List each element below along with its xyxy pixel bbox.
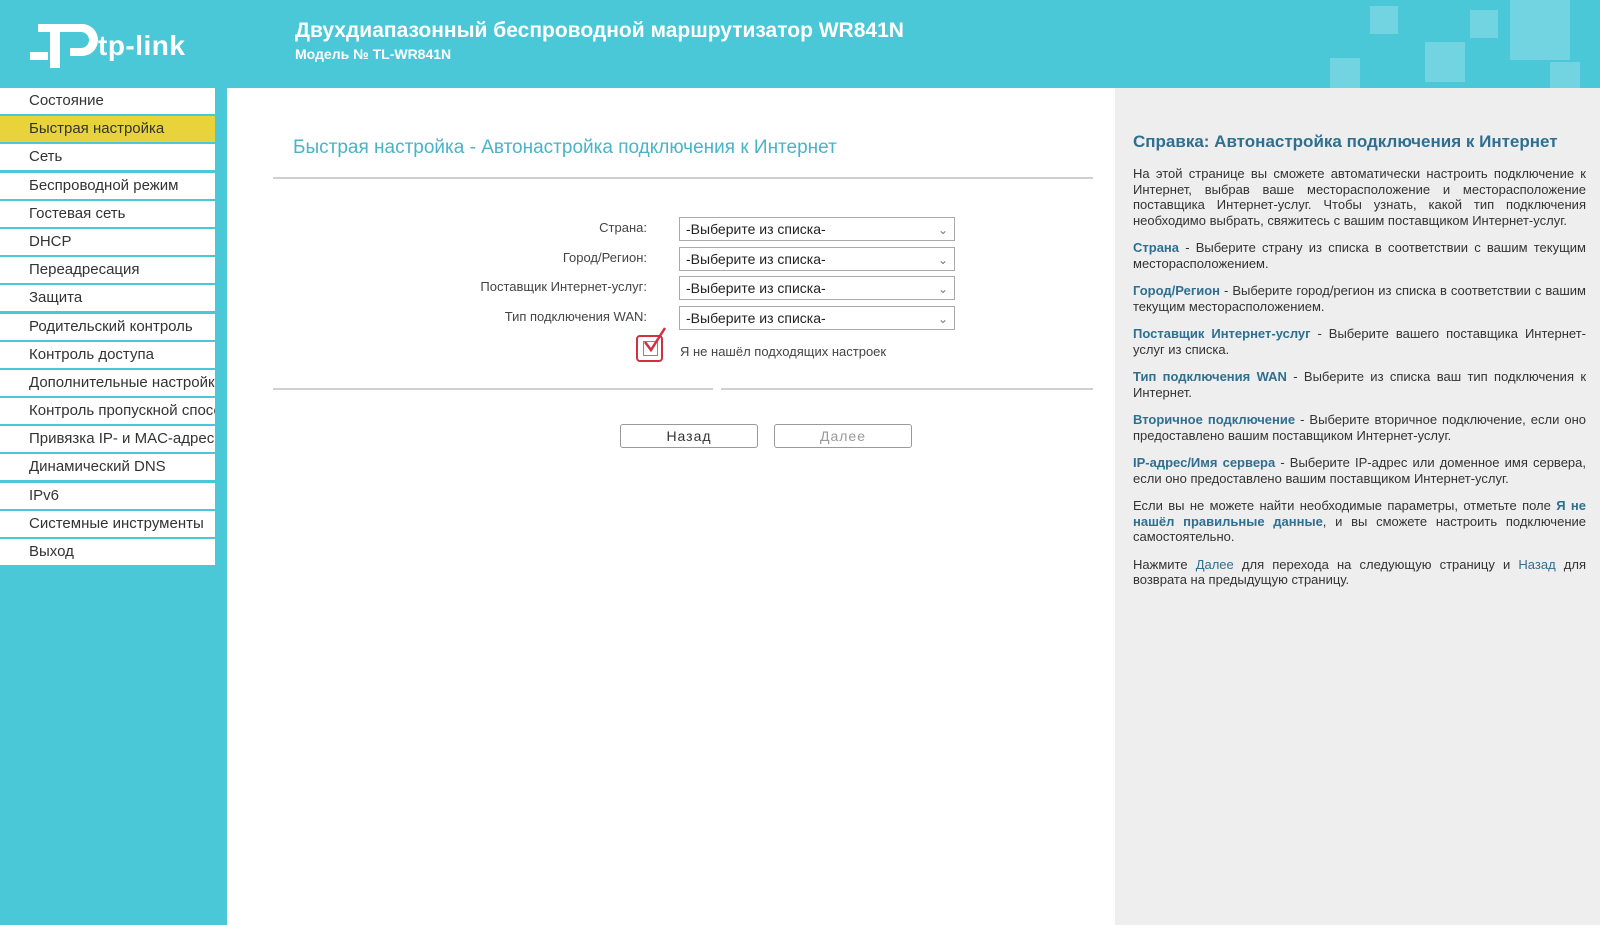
header: tp-link Двухдиапазонный беспроводной мар… <box>0 0 1600 88</box>
sidebar-item[interactable]: Динамический DNS <box>0 454 215 481</box>
help-item: IP-адрес/Имя сервера - Выберите IP-адрес… <box>1133 455 1586 486</box>
help-note: Если вы не можете найти необходимые пара… <box>1133 498 1586 545</box>
help-item: Страна - Выберите страну из списка в соо… <box>1133 240 1586 271</box>
header-decoration <box>1510 0 1570 60</box>
help-item-text: - Выберите страну из списка в соответств… <box>1133 240 1586 271</box>
wan-type-select-value: -Выберите из списка- <box>686 310 826 326</box>
help-title: Справка: Автонастройка подключения к Инт… <box>1133 132 1558 151</box>
divider <box>273 177 1093 179</box>
help-final-text: Нажмите <box>1133 556 1196 572</box>
help-item-term: Вторичное подключение <box>1133 412 1296 427</box>
help-item-term: Тип подключения WAN <box>1133 369 1287 384</box>
sidebar-item[interactable]: Сеть <box>0 144 215 171</box>
sidebar-nav: Состояние Быстрая настройка Сеть Беспроводн… <box>0 88 215 925</box>
sidebar-item[interactable]: Дополнительные настройки маршрутизации <box>0 369 215 396</box>
country-label: Страна: <box>599 220 647 235</box>
help-final-back: Назад <box>1518 556 1556 572</box>
sidebar-item[interactable]: Контроль пропускной способности <box>0 398 215 425</box>
brand-name: tp-link <box>98 30 186 61</box>
next-button[interactable]: Далее <box>774 424 912 448</box>
sidebar-item[interactable]: Выход <box>0 539 215 565</box>
help-final: Нажмите Далее для перехода на следующую … <box>1133 557 1586 588</box>
city-select-value: -Выберите из списка- <box>686 251 826 267</box>
model-number: Модель № TL-WR841N <box>295 46 452 62</box>
help-note-text: Если вы не можете найти необходимые пара… <box>1133 498 1557 513</box>
help-item-term: Страна <box>1133 240 1180 255</box>
sidebar-item[interactable]: Переадресация <box>0 257 215 284</box>
help-item: Город/Регион - Выберите город/регион из … <box>1133 283 1586 314</box>
chevron-down-icon: ⌄ <box>937 282 948 296</box>
isp-select-value: -Выберите из списка- <box>686 280 826 296</box>
main-content: Быстрая настройка - Автонастройка подклю… <box>227 88 1115 925</box>
help-item-term: Поставщик Интернет-услуг <box>1133 326 1311 341</box>
sidebar-item[interactable]: Быстрая настройка <box>0 116 215 143</box>
help-item: Вторичное подключение - Выберите вторичн… <box>1133 412 1586 443</box>
sidebar-item[interactable]: DHCP <box>0 228 215 255</box>
city-select[interactable]: -Выберите из списка- ⌄ <box>679 247 955 271</box>
sidebar-item[interactable]: Привязка IP- и MAC-адресов <box>0 426 215 453</box>
header-decoration <box>1370 6 1398 34</box>
manual-settings-label: Я не нашёл подходящих настроек <box>680 344 887 359</box>
header-decoration <box>1425 42 1465 82</box>
page-title: Быстрая настройка - Автонастройка подклю… <box>293 137 837 158</box>
sidebar-item[interactable]: IPv6 <box>0 482 215 509</box>
chevron-down-icon: ⌄ <box>937 223 948 237</box>
sidebar-item[interactable]: Родительский контроль <box>0 313 215 340</box>
help-item: Тип подключения WAN - Выберите из списка… <box>1133 369 1586 400</box>
country-select[interactable]: -Выберите из списка- ⌄ <box>679 217 955 241</box>
divider <box>273 388 713 390</box>
sidebar-item[interactable]: Системные инструменты <box>0 510 215 537</box>
chevron-down-icon: ⌄ <box>937 312 948 326</box>
chevron-down-icon: ⌄ <box>937 253 948 267</box>
help-panel: Справка: Автонастройка подключения к Инт… <box>1115 88 1600 925</box>
help-items: Страна - Выберите страну из списка в соо… <box>1133 240 1586 486</box>
help-item: Поставщик Интернет-услуг - Выберите ваше… <box>1133 326 1586 357</box>
wan-type-select[interactable]: -Выберите из списка- ⌄ <box>679 306 955 330</box>
sidebar-item[interactable]: Беспроводной режим <box>0 172 215 199</box>
sidebar-item[interactable]: Состояние <box>0 88 215 114</box>
help-final-next: Далее <box>1195 556 1234 572</box>
checkmark-icon <box>644 327 667 353</box>
sidebar-item[interactable]: Гостевая сеть <box>0 200 215 227</box>
help-item-term: Город/Регион <box>1133 283 1221 298</box>
sidebar-item[interactable]: Контроль доступа <box>0 341 215 368</box>
help-intro: На этой странице вы сможете автоматическ… <box>1133 166 1586 228</box>
country-select-value: -Выберите из списка- <box>686 221 826 237</box>
help-item-term: IP-адрес/Имя сервера <box>1133 455 1276 470</box>
isp-select[interactable]: -Выберите из списка- ⌄ <box>679 276 955 300</box>
help-final-text: для перехода на следующую страницу и <box>1233 556 1519 572</box>
page-header-title: Двухдиапазонный беспроводной маршрутизат… <box>295 19 904 42</box>
header-decoration <box>1330 58 1360 88</box>
back-button[interactable]: Назад <box>620 424 758 448</box>
isp-label: Поставщик Интернет-услуг: <box>480 279 647 294</box>
divider <box>721 388 1093 390</box>
sidebar-item[interactable]: Защита <box>0 285 215 312</box>
city-label: Город/Регион: <box>562 250 647 265</box>
header-decoration <box>1550 62 1580 88</box>
header-decoration <box>1470 10 1498 38</box>
wan-type-label: Тип подключения WAN: <box>504 309 647 324</box>
